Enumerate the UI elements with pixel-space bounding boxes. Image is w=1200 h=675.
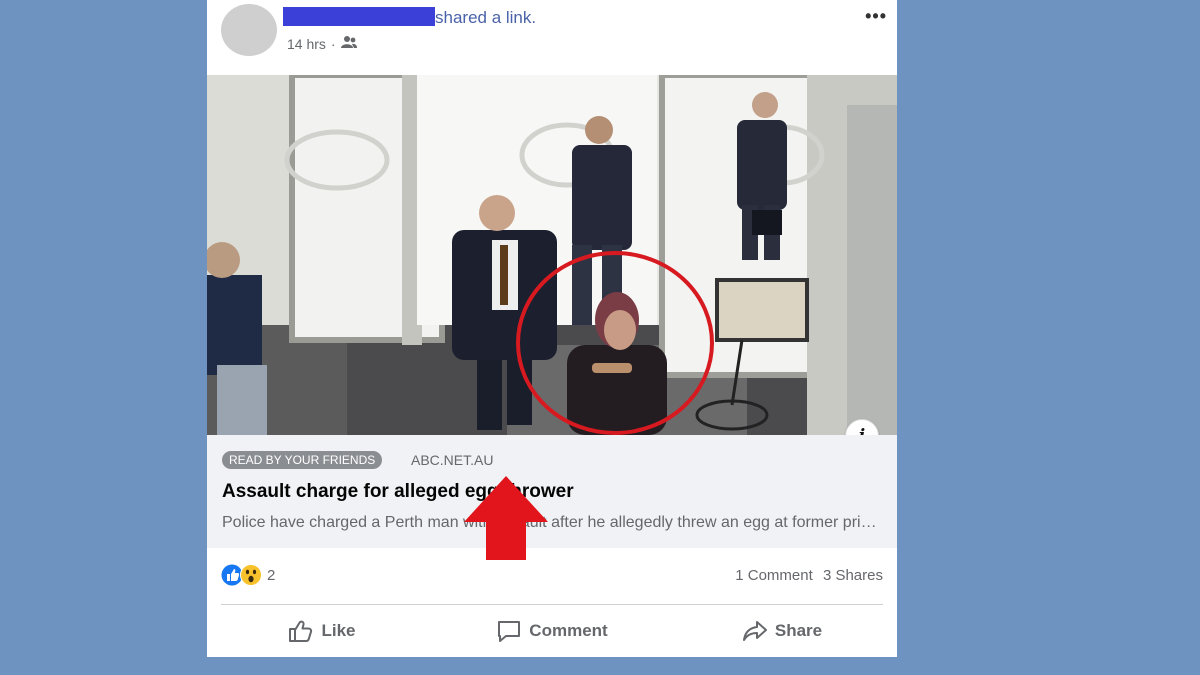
link-description: Police have charged a Perth man with ass… <box>222 514 887 531</box>
redacted-name-bar <box>283 7 435 26</box>
divider <box>221 604 883 605</box>
link-domain: ABC.NET.AU <box>411 452 494 468</box>
speech-bubble-icon <box>498 621 521 642</box>
friends-icon[interactable] <box>340 35 357 52</box>
share-button[interactable]: Share <box>667 608 897 654</box>
more-options-icon[interactable]: ••• <box>865 6 887 27</box>
comment-label: Comment <box>529 621 608 640</box>
avatar[interactable] <box>221 4 277 56</box>
meta-separator: · <box>330 35 336 52</box>
read-by-friends-badge: READ BY YOUR FRIENDS <box>222 451 383 469</box>
shared-link-text: shared a link. <box>435 8 537 27</box>
wow-reaction-icon <box>240 564 262 586</box>
engagement-counts: 1 Comment 3 Shares <box>729 567 883 584</box>
share-arrow-icon <box>742 621 767 641</box>
comment-button[interactable]: Comment <box>437 608 667 654</box>
share-label: Share <box>774 621 823 640</box>
post-meta: 14 hrs · <box>287 35 357 52</box>
comment-count[interactable]: 1 Comment <box>735 567 813 584</box>
facebook-post-card: shared a link. 14 hrs · ••• READ BY YOUR… <box>207 0 897 657</box>
action-bar: Like Comment Share <box>207 608 897 654</box>
reaction-count: 2 <box>267 566 276 584</box>
thumbs-up-icon <box>289 620 313 642</box>
like-button[interactable]: Like <box>207 608 437 654</box>
reactions-summary[interactable]: 2 <box>221 564 275 586</box>
like-label: Like <box>321 621 356 640</box>
share-count[interactable]: 3 Shares <box>823 567 883 584</box>
post-time[interactable]: 14 hrs <box>287 36 326 52</box>
post-stats: 2 1 Comment 3 Shares <box>207 550 897 602</box>
link-preview-image[interactable] <box>207 75 897 435</box>
link-preview[interactable]: READ BY YOUR FRIENDS ABC.NET.AU Assault … <box>207 435 897 548</box>
